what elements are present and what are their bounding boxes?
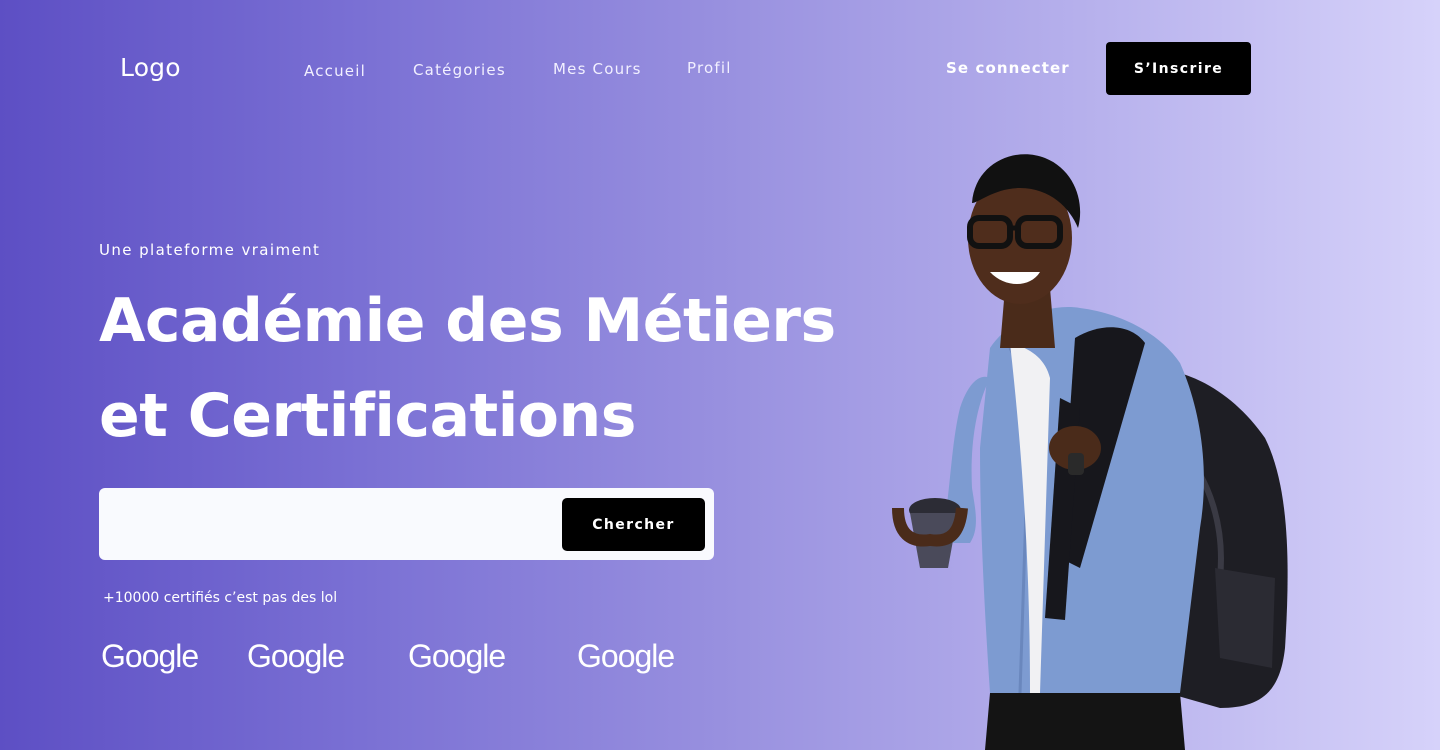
hero-eyebrow: Une plateforme vraiment (99, 241, 321, 259)
signup-button[interactable]: S’Inscrire (1106, 42, 1251, 95)
nav-item-accueil[interactable]: Accueil (304, 62, 366, 80)
nav-item-categories[interactable]: Catégories (413, 61, 506, 79)
search-input[interactable] (115, 504, 555, 544)
partner-logo: Google (101, 638, 199, 674)
nav-item-profil[interactable]: Profil (687, 59, 732, 77)
partner-logo: Google (247, 638, 345, 674)
search-button[interactable]: Chercher (562, 498, 705, 551)
social-proof-text: +10000 certifiés c’est pas des lol (103, 590, 338, 606)
nav-item-mes-cours[interactable]: Mes Cours (553, 60, 642, 78)
partner-logo: Google (408, 638, 506, 674)
login-link[interactable]: Se connecter (946, 59, 1070, 77)
partner-logo: Google (577, 638, 675, 674)
hero-title-line1: Académie des Métiers (99, 286, 836, 356)
logo[interactable]: Logo (120, 53, 181, 82)
hero-title-line2: et Certifications (99, 381, 636, 451)
search-bar: Chercher (99, 488, 714, 560)
student-photo (892, 154, 1288, 750)
